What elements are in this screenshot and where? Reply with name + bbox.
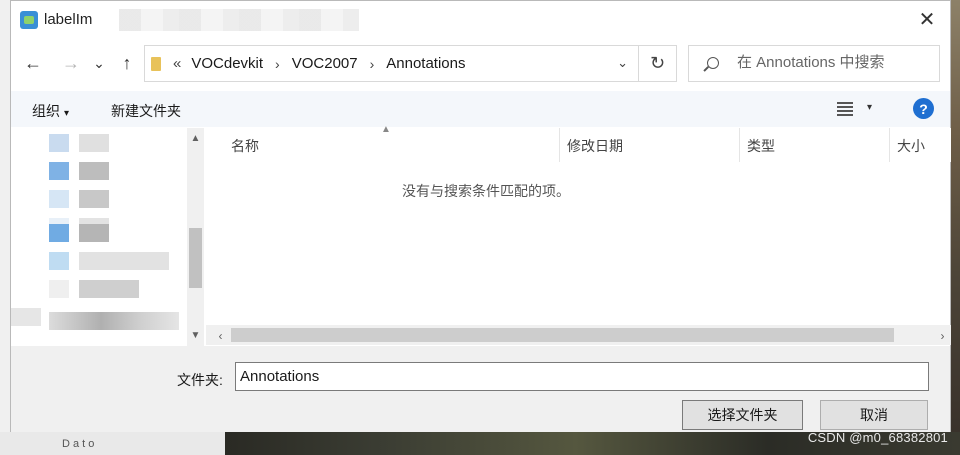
nav-scroll-thumb[interactable] xyxy=(189,228,202,288)
breadcrumb-separator[interactable]: › xyxy=(275,56,280,72)
help-icon: ? xyxy=(919,100,928,117)
nav-item-icon xyxy=(49,224,69,242)
breadcrumb-annotations[interactable]: Annotations xyxy=(386,55,465,72)
organize-button[interactable]: 组织 ▾ xyxy=(32,101,69,121)
folder-name-input[interactable] xyxy=(235,362,929,391)
watermark: CSDN @m0_68382801 xyxy=(807,430,948,445)
close-icon: ✕ xyxy=(918,8,936,31)
sort-up-icon: ▲ xyxy=(381,124,391,135)
forward-button[interactable]: → xyxy=(57,49,85,77)
column-size[interactable]: 大小 xyxy=(897,136,925,156)
column-name[interactable]: 名称 xyxy=(231,136,259,156)
nav-item-label xyxy=(49,312,179,330)
column-modified[interactable]: 修改日期 xyxy=(567,136,623,156)
title-blur xyxy=(119,9,359,31)
breadcrumb-vocdevkit[interactable]: VOCdevkit xyxy=(191,55,263,72)
nav-item-icon xyxy=(49,134,69,152)
folder-label: 文件夹: xyxy=(177,372,223,388)
nav-item-icon xyxy=(11,308,41,326)
close-button[interactable]: ✕ xyxy=(904,1,950,37)
address-bar[interactable]: « VOCdevkit › VOC2007 › Annotations ⌄ ↻ xyxy=(144,45,677,82)
breadcrumb-overflow[interactable]: « xyxy=(173,55,181,72)
column-type[interactable]: 类型 xyxy=(747,136,775,156)
nav-item-label xyxy=(79,252,169,270)
view-dropdown-icon[interactable]: ▾ xyxy=(867,102,872,113)
breadcrumb-separator[interactable]: › xyxy=(370,56,375,72)
breadcrumb-voc2007[interactable]: VOC2007 xyxy=(292,55,358,72)
dialog-footer: 文件夹: 选择文件夹 取消 xyxy=(11,346,950,432)
toolbar: 组织 ▾ 新建文件夹 ▾ ? xyxy=(11,91,950,127)
background-label: D a t o xyxy=(62,438,95,450)
new-folder-label: 新建文件夹 xyxy=(111,103,181,119)
scroll-right-icon[interactable]: › xyxy=(934,327,951,344)
empty-list-message: 没有与搜索条件匹配的项。 xyxy=(402,183,570,199)
navigation-pane[interactable]: ▲ ▼ xyxy=(11,128,205,346)
cancel-button[interactable]: 取消 xyxy=(820,400,928,430)
nav-item-label xyxy=(79,134,109,152)
nav-item-label xyxy=(79,224,109,242)
arrow-right-icon: → xyxy=(62,52,80,73)
search-input[interactable] xyxy=(737,54,932,71)
nav-item-label xyxy=(79,190,109,208)
address-dropdown-icon[interactable]: ⌄ xyxy=(617,55,628,71)
arrow-up-icon: ↑ xyxy=(122,52,132,73)
column-divider[interactable] xyxy=(889,128,890,162)
select-folder-button[interactable]: 选择文件夹 xyxy=(682,400,803,430)
dropdown-arrow-icon: ▾ xyxy=(64,108,70,119)
organize-label: 组织 xyxy=(32,103,60,119)
background-right xyxy=(950,0,960,455)
horizontal-scroll-thumb[interactable] xyxy=(231,328,894,342)
search-icon xyxy=(707,57,719,69)
nav-item-icon xyxy=(49,280,69,298)
folder-icon xyxy=(151,57,161,71)
nav-item-icon xyxy=(49,190,69,208)
recent-locations-button[interactable]: ⌄ xyxy=(89,49,109,77)
column-divider[interactable] xyxy=(559,128,560,162)
nav-item-label xyxy=(79,280,139,298)
scroll-left-icon[interactable]: ‹ xyxy=(212,327,229,344)
column-divider[interactable] xyxy=(739,128,740,162)
help-button[interactable]: ? xyxy=(913,98,934,119)
arrow-left-icon: ← xyxy=(24,52,42,73)
chevron-down-icon: ⌄ xyxy=(93,54,105,71)
view-options-icon[interactable] xyxy=(837,102,853,116)
nav-vertical-scrollbar[interactable]: ▲ ▼ xyxy=(187,128,204,346)
select-folder-dialog: labelIm ✕ ← → ⌄ ↑ « VOCdevkit › VOC2007 … xyxy=(10,0,951,432)
back-button[interactable]: ← xyxy=(19,49,47,77)
refresh-button[interactable]: ↻ xyxy=(638,46,676,81)
search-box[interactable] xyxy=(688,45,940,82)
window-title: labelIm xyxy=(44,11,93,28)
breadcrumb: « VOCdevkit › VOC2007 › Annotations xyxy=(173,55,466,72)
refresh-icon: ↻ xyxy=(649,53,666,73)
nav-item-icon xyxy=(49,162,69,180)
title-bar[interactable]: labelIm ✕ xyxy=(11,1,950,39)
new-folder-button[interactable]: 新建文件夹 xyxy=(111,101,181,121)
file-list-horizontal-scrollbar[interactable]: ‹ › xyxy=(206,325,951,345)
nav-item-icon xyxy=(49,252,69,270)
nav-item-label xyxy=(79,162,109,180)
scroll-up-icon[interactable]: ▲ xyxy=(187,130,204,147)
up-button[interactable]: ↑ xyxy=(113,49,141,77)
app-icon xyxy=(20,11,38,29)
file-list-header: ▲ 名称 修改日期 类型 大小 xyxy=(206,124,951,162)
scroll-down-icon[interactable]: ▼ xyxy=(187,327,204,344)
